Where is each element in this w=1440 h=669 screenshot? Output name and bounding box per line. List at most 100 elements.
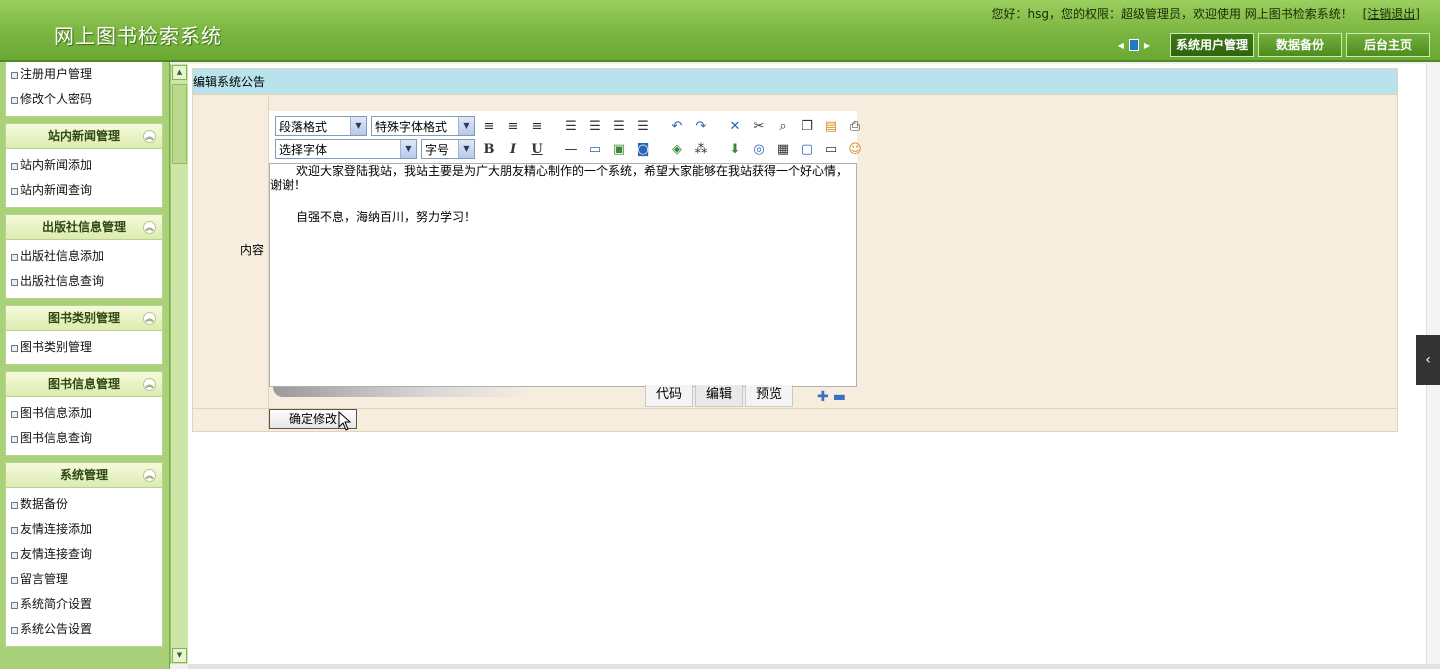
horizontal-rule-icon[interactable]: — bbox=[561, 139, 581, 159]
underline-icon[interactable]: U bbox=[527, 139, 547, 159]
insert-file-icon[interactable]: ⬇ bbox=[725, 139, 745, 159]
insert-flash-icon[interactable]: ◈ bbox=[667, 139, 687, 159]
bullet-list-icon[interactable]: ☰ bbox=[561, 116, 581, 136]
minus-icon[interactable]: ▬ bbox=[833, 389, 846, 405]
indent-decrease-icon[interactable]: ☰ bbox=[609, 116, 629, 136]
insert-image-icon[interactable]: ▣ bbox=[609, 139, 629, 159]
submit-label-cell bbox=[193, 409, 269, 431]
content-label: 内容 bbox=[193, 95, 269, 409]
scroll-thumb[interactable] bbox=[172, 84, 187, 164]
insert-box-icon[interactable]: ▭ bbox=[585, 139, 605, 159]
insert-table-icon[interactable]: ▦ bbox=[773, 139, 793, 159]
paste-icon[interactable]: ▤ bbox=[821, 116, 841, 136]
select-value: 段落格式 bbox=[279, 119, 328, 134]
redo-icon[interactable]: ↷ bbox=[691, 116, 711, 136]
section-title: 出版社信息管理 bbox=[41, 220, 126, 234]
insert-link-icon[interactable]: ◎ bbox=[749, 139, 769, 159]
find-icon[interactable]: ⌕ bbox=[773, 116, 793, 136]
special-chars-icon[interactable]: ⁂ bbox=[691, 139, 711, 159]
indent-increase-icon[interactable]: ☰ bbox=[633, 116, 653, 136]
editor-resize: ✚ ▬ bbox=[817, 389, 846, 405]
sidebar-item-category-manage[interactable]: 图书类别管理 bbox=[6, 335, 162, 360]
chevron-down-icon: ▼ bbox=[458, 140, 474, 158]
collapse-icon[interactable]: ︽ bbox=[143, 312, 156, 325]
collapse-icon[interactable]: ︽ bbox=[143, 469, 156, 482]
number-list-icon[interactable]: ☰ bbox=[585, 116, 605, 136]
align-right-icon[interactable]: ≡ bbox=[527, 116, 547, 136]
sidebar-item-book-add[interactable]: 图书信息添加 bbox=[6, 401, 162, 426]
section-news-list: 站内新闻添加 站内新闻查询 bbox=[5, 149, 163, 208]
section-title: 图书类别管理 bbox=[47, 311, 120, 325]
editor-toolbar: 段落格式 ▼ 特殊字体格式 ▼ ≡ ≡ ≡ ☰ ☰ ☰ ☰ ↶ ↷ ✕ ✂ ⌕ … bbox=[269, 111, 862, 163]
toolbar-row-1: 段落格式 ▼ 特殊字体格式 ▼ ≡ ≡ ≡ ☰ ☰ ☰ ☰ ↶ ↷ ✕ ✂ ⌕ … bbox=[275, 115, 865, 137]
tab-code[interactable]: 代码 bbox=[645, 385, 694, 407]
align-center-icon[interactable]: ≡ bbox=[503, 116, 523, 136]
sidebar-item-publisher-query[interactable]: 出版社信息查询 bbox=[6, 269, 162, 294]
content-paragraph-1: 欢迎大家登陆我站，我站主要是为广大朋友精心制作的一个系统，希望大家能够在我站获得… bbox=[270, 164, 849, 192]
editor-shadow bbox=[273, 387, 533, 397]
section-publisher-header[interactable]: 出版社信息管理 ︽ bbox=[5, 214, 163, 240]
brand-title: 网上图书检索系统 bbox=[54, 24, 222, 48]
insert-frame-icon[interactable]: ▢ bbox=[797, 139, 817, 159]
collapse-icon[interactable]: ︽ bbox=[143, 378, 156, 391]
print-icon[interactable]: ⎙ bbox=[845, 116, 865, 136]
section-category-header[interactable]: 图书类别管理 ︽ bbox=[5, 305, 163, 331]
section-title: 系统管理 bbox=[59, 468, 108, 482]
font-family-select[interactable]: 选择字体 ▼ bbox=[275, 139, 417, 159]
emoticon-icon[interactable]: ☺ bbox=[845, 139, 865, 159]
cut-icon[interactable]: ✂ bbox=[749, 116, 769, 136]
chevron-down-icon: ▼ bbox=[350, 117, 366, 135]
insert-date-icon[interactable]: ▭ bbox=[821, 139, 841, 159]
nav-system-users[interactable]: 系统用户管理 bbox=[1170, 33, 1254, 57]
nav-next-icon[interactable]: ▶ bbox=[1144, 41, 1150, 50]
insert-media-icon[interactable]: ◙ bbox=[633, 139, 653, 159]
undo-icon[interactable]: ↶ bbox=[667, 116, 687, 136]
select-value: 特殊字体格式 bbox=[375, 119, 448, 134]
editor-content-area[interactable]: 欢迎大家登陆我站，我站主要是为广大朋友精心制作的一个系统，希望大家能够在我站获得… bbox=[269, 163, 857, 387]
section-title: 图书信息管理 bbox=[47, 377, 120, 391]
sidebar-item-book-query[interactable]: 图书信息查询 bbox=[6, 426, 162, 451]
align-left-icon[interactable]: ≡ bbox=[479, 116, 499, 136]
nav-data-backup[interactable]: 数据备份 bbox=[1258, 33, 1342, 57]
tab-edit[interactable]: 编辑 bbox=[695, 385, 744, 407]
delete-icon[interactable]: ✕ bbox=[725, 116, 745, 136]
rich-text-editor: 段落格式 ▼ 特殊字体格式 ▼ ≡ ≡ ≡ ☰ ☰ ☰ ☰ ↶ ↷ ✕ ✂ ⌕ … bbox=[269, 111, 862, 409]
chevron-left-icon: ‹ bbox=[1425, 352, 1431, 368]
sidebar-item-news-query[interactable]: 站内新闻查询 bbox=[6, 178, 162, 203]
nav-arrows: ◀ ▶ bbox=[1118, 39, 1150, 51]
copy-icon[interactable]: ❐ bbox=[797, 116, 817, 136]
sidebar-scrollbar[interactable]: ▲ ▼ bbox=[170, 64, 188, 664]
special-font-select[interactable]: 特殊字体格式 ▼ bbox=[371, 116, 475, 136]
side-panel-toggle[interactable]: ‹ bbox=[1416, 335, 1440, 385]
scroll-up-icon[interactable]: ▲ bbox=[172, 65, 187, 80]
logout-link[interactable]: [注销退出] bbox=[1363, 7, 1420, 21]
sidebar-item-intro-settings[interactable]: 系统简介设置 bbox=[6, 592, 162, 617]
sidebar-item-change-password[interactable]: 修改个人密码 bbox=[6, 87, 162, 112]
sidebar-item-notice-settings[interactable]: 系统公告设置 bbox=[6, 617, 162, 642]
sidebar-top-list: 注册用户管理 修改个人密码 bbox=[5, 62, 163, 117]
section-news-header[interactable]: 站内新闻管理 ︽ bbox=[5, 123, 163, 149]
paragraph-format-select[interactable]: 段落格式 ▼ bbox=[275, 116, 367, 136]
nav-admin-home[interactable]: 后台主页 bbox=[1346, 33, 1430, 57]
collapse-icon[interactable]: ︽ bbox=[143, 221, 156, 234]
sidebar-item-link-add[interactable]: 友情连接添加 bbox=[6, 517, 162, 542]
main-content: 编辑系统公告 内容 段落格式 ▼ 特殊字体格式 ▼ ≡ ≡ ≡ ☰ ☰ ☰ ☰ … bbox=[188, 64, 1440, 664]
sidebar-item-data-backup[interactable]: 数据备份 bbox=[6, 492, 162, 517]
tab-preview[interactable]: 预览 bbox=[745, 385, 794, 407]
nav-indicator-icon bbox=[1128, 39, 1139, 51]
plus-icon[interactable]: ✚ bbox=[817, 389, 829, 405]
italic-icon[interactable]: I bbox=[503, 139, 523, 159]
section-book-header[interactable]: 图书信息管理 ︽ bbox=[5, 371, 163, 397]
collapse-icon[interactable]: ︽ bbox=[143, 130, 156, 143]
bold-icon[interactable]: B bbox=[479, 139, 499, 159]
sidebar-item-publisher-add[interactable]: 出版社信息添加 bbox=[6, 244, 162, 269]
sidebar-item-news-add[interactable]: 站内新闻添加 bbox=[6, 153, 162, 178]
nav-prev-icon[interactable]: ◀ bbox=[1118, 41, 1124, 50]
scroll-down-icon[interactable]: ▼ bbox=[172, 648, 187, 663]
select-value: 字号 bbox=[425, 142, 450, 157]
sidebar-item-messages[interactable]: 留言管理 bbox=[6, 567, 162, 592]
sidebar-item-link-query[interactable]: 友情连接查询 bbox=[6, 542, 162, 567]
font-size-select[interactable]: 字号 ▼ bbox=[421, 139, 475, 159]
sidebar-item-registered-users[interactable]: 注册用户管理 bbox=[6, 62, 162, 87]
section-system-header[interactable]: 系统管理 ︽ bbox=[5, 462, 163, 488]
